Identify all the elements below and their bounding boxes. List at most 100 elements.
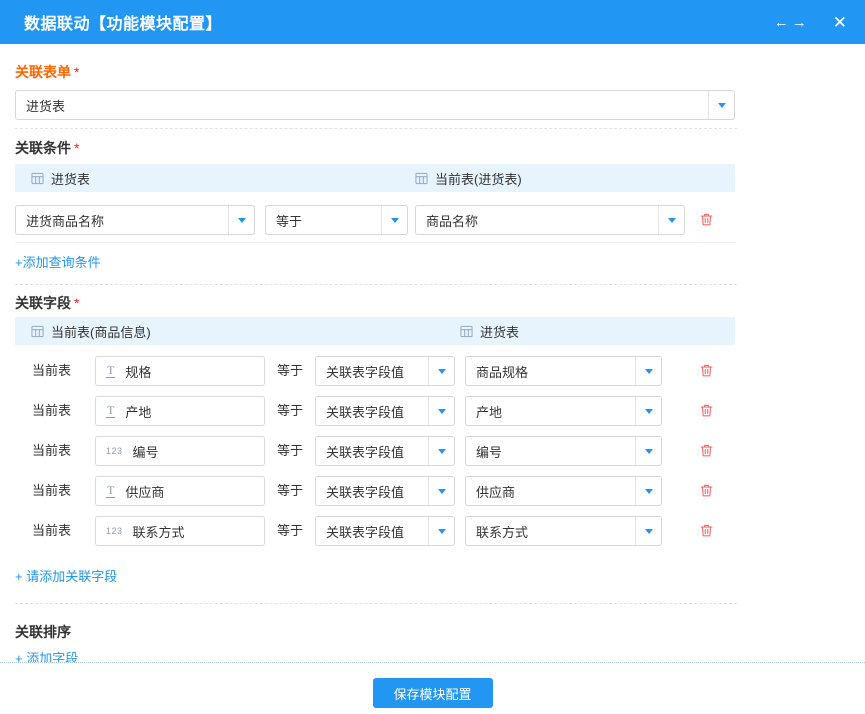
value-type-text: 关联表字段值	[316, 522, 428, 541]
table-grid-icon	[31, 325, 44, 338]
column-title: 当前表(进货表)	[435, 169, 522, 188]
field-selector[interactable]: T 规格	[95, 356, 265, 386]
add-condition-link[interactable]: +添加查询条件	[15, 255, 101, 271]
dialog-title: 数据联动【功能模块配置】	[24, 10, 222, 34]
label-text: 关联字段	[15, 295, 71, 311]
dialog-footer: 保存模块配置	[0, 662, 865, 714]
chevron-down-icon[interactable]	[635, 517, 661, 545]
field-selector[interactable]: 123 编号	[95, 436, 265, 466]
current-table-label: 当前表	[32, 471, 71, 511]
label-text: 关联表单	[15, 64, 71, 80]
field-selector[interactable]: 123 联系方式	[95, 516, 265, 546]
field-selector[interactable]: T 供应商	[95, 476, 265, 506]
trash-icon	[699, 363, 714, 378]
section-divider	[15, 128, 737, 129]
chevron-down-icon[interactable]	[708, 91, 734, 119]
condition-target-select[interactable]: 商品名称	[415, 205, 685, 235]
caret-shape	[438, 449, 446, 454]
save-button[interactable]: 保存模块配置	[373, 678, 493, 708]
sort-section-label: 关联排序	[15, 625, 865, 639]
table-grid-icon	[460, 325, 473, 338]
data-linkage-dialog: 数据联动【功能模块配置】 ← → ✕ 关联表单* 进货表 关联条件* 进货表 当…	[0, 0, 865, 714]
number-type-icon: 123	[106, 447, 123, 456]
chevron-down-icon[interactable]	[635, 397, 661, 425]
value-type-select[interactable]: 关联表字段值	[315, 516, 455, 546]
caret-shape	[438, 409, 446, 414]
text-type-icon: T	[106, 364, 115, 378]
delete-row-button[interactable]	[699, 523, 714, 538]
delete-row-button[interactable]	[699, 443, 714, 458]
target-field-text: 产地	[466, 402, 635, 421]
field-name: 规格	[125, 362, 151, 381]
chevron-down-icon[interactable]	[228, 206, 254, 234]
condition-row: 进货商品名称 等于 商品名称	[15, 192, 735, 243]
caret-shape	[668, 218, 676, 223]
trash-icon	[699, 403, 714, 418]
label-text: 关联排序	[15, 624, 71, 640]
condition-section-label: 关联条件*	[15, 141, 865, 155]
fields-left-column: 当前表(商品信息)	[31, 317, 151, 345]
condition-field-select[interactable]: 进货商品名称	[15, 205, 255, 235]
close-icon[interactable]: ✕	[833, 14, 847, 31]
chevron-down-icon[interactable]	[428, 477, 454, 505]
value-type-select[interactable]: 关联表字段值	[315, 476, 455, 506]
add-sort-field-link[interactable]: + 添加字段	[15, 651, 78, 662]
add-field-mapping-link[interactable]: + 请添加关联字段	[15, 569, 117, 585]
form-select[interactable]: 进货表	[15, 90, 735, 120]
target-field-text: 商品规格	[466, 362, 635, 381]
caret-shape	[438, 369, 446, 374]
value-type-select[interactable]: 关联表字段值	[315, 436, 455, 466]
table-grid-icon	[415, 172, 428, 185]
forward-arrow-icon[interactable]: →	[792, 15, 807, 30]
text-type-icon: T	[106, 404, 115, 418]
back-arrow-icon[interactable]: ←	[774, 15, 789, 30]
caret-shape	[645, 409, 653, 414]
chevron-down-icon[interactable]	[428, 517, 454, 545]
caret-shape	[391, 218, 399, 223]
target-field-select[interactable]: 编号	[465, 436, 662, 466]
field-selector[interactable]: T 产地	[95, 396, 265, 426]
value-type-text: 关联表字段值	[316, 442, 428, 461]
label-text: 关联条件	[15, 140, 71, 156]
condition-operator-select[interactable]: 等于	[265, 205, 408, 235]
fields-right-column: 进货表	[460, 317, 519, 345]
value-type-text: 关联表字段值	[316, 402, 428, 421]
target-field-select[interactable]: 产地	[465, 396, 662, 426]
column-title: 当前表(商品信息)	[51, 322, 151, 341]
chevron-down-icon[interactable]	[635, 477, 661, 505]
chevron-down-icon[interactable]	[658, 206, 684, 234]
trash-icon	[699, 523, 714, 538]
trash-icon	[699, 212, 714, 227]
condition-field-text: 进货商品名称	[16, 211, 228, 230]
chevron-down-icon[interactable]	[428, 357, 454, 385]
caret-shape	[438, 529, 446, 534]
chevron-down-icon[interactable]	[635, 437, 661, 465]
delete-row-button[interactable]	[699, 403, 714, 418]
delete-row-button[interactable]	[699, 363, 714, 378]
table-grid-icon	[31, 172, 44, 185]
chevron-down-icon[interactable]	[635, 357, 661, 385]
target-field-text: 编号	[466, 442, 635, 461]
delete-row-button[interactable]	[699, 212, 714, 227]
operator-label: 等于	[277, 391, 303, 431]
form-select-value: 进货表	[16, 96, 708, 115]
chevron-down-icon[interactable]	[381, 206, 407, 234]
target-field-select[interactable]: 供应商	[465, 476, 662, 506]
chevron-down-icon[interactable]	[428, 397, 454, 425]
fields-table-header: 当前表(商品信息) 进货表	[15, 317, 735, 345]
caret-shape	[238, 218, 246, 223]
value-type-text: 关联表字段值	[316, 362, 428, 381]
target-field-select[interactable]: 联系方式	[465, 516, 662, 546]
value-type-text: 关联表字段值	[316, 482, 428, 501]
field-mapping-row: 当前表 123 联系方式 等于 关联表字段值 联系方式	[15, 511, 735, 551]
target-field-select[interactable]: 商品规格	[465, 356, 662, 386]
operator-label: 等于	[277, 431, 303, 471]
number-type-icon: 123	[106, 527, 123, 536]
caret-shape	[645, 529, 653, 534]
value-type-select[interactable]: 关联表字段值	[315, 356, 455, 386]
field-mapping-rows: 当前表 T 规格 等于 关联表字段值 商品规格 当前表	[15, 345, 865, 551]
chevron-down-icon[interactable]	[428, 437, 454, 465]
delete-row-button[interactable]	[699, 483, 714, 498]
required-asterisk: *	[74, 64, 79, 80]
value-type-select[interactable]: 关联表字段值	[315, 396, 455, 426]
